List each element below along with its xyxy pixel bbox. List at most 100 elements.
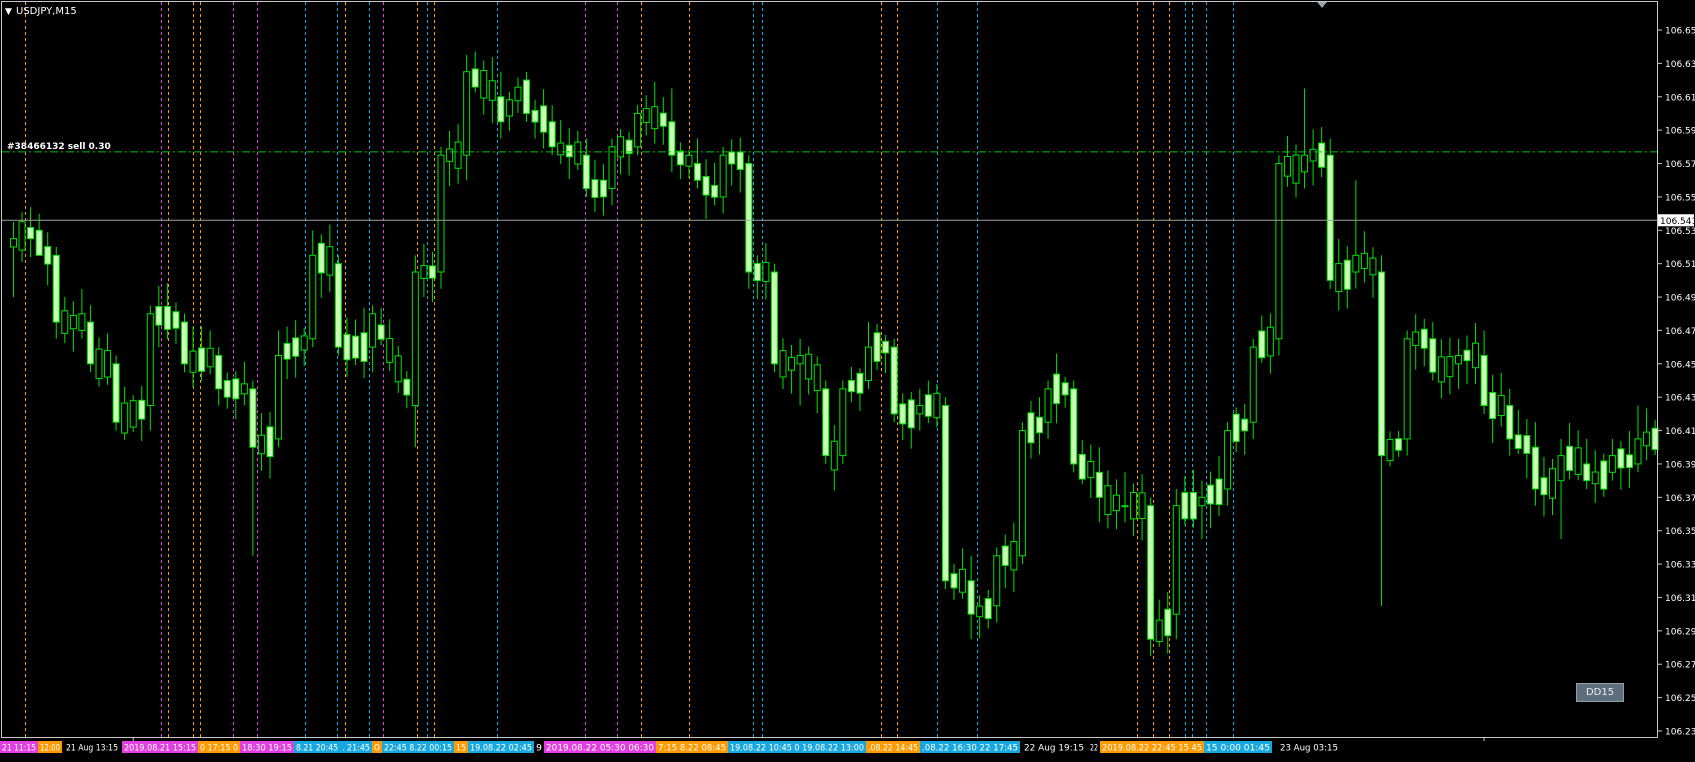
candle-body-down — [1053, 373, 1061, 405]
candle-body-down — [770, 271, 778, 365]
candle-body-down — [702, 175, 710, 196]
candle-body-down — [1070, 388, 1078, 465]
chart-svg[interactable]: 106.655 106.635 106.615 106.595 106.575 106.5… — [0, 0, 1695, 758]
candle-body-up — [69, 314, 77, 330]
price-tick-label: 106.655 — [1665, 27, 1695, 37]
candle-body-up — [257, 434, 265, 455]
candle-body-up — [1643, 431, 1651, 447]
time-label-text: 0 — [374, 744, 380, 754]
price-tick-label: 106.595 — [1665, 127, 1695, 137]
candle — [129, 395, 137, 433]
candle-body-up — [1634, 438, 1642, 465]
candle-body-down — [1506, 405, 1514, 440]
candle-body-up — [1130, 492, 1138, 520]
order-line-label[interactable]: #38466132 sell 0.30 — [7, 142, 111, 152]
time-label-text: 2019.08.22 05:30 06:30 — [546, 744, 654, 754]
candle-body-up — [993, 555, 1001, 607]
candle-body-up — [1352, 254, 1360, 273]
price-tick-label: 106.495 — [1665, 294, 1695, 304]
candle-body-up — [146, 313, 154, 407]
candle — [1070, 380, 1078, 473]
candle-body-down — [924, 394, 932, 417]
candle-body-down — [138, 399, 146, 420]
time-label: 2019.08.22 05:30 06:30 — [544, 741, 656, 754]
time-label-text: .08.22 14:45 — [868, 744, 918, 754]
time-label: 22 — [1090, 744, 1098, 754]
time-label-text: . 21:45 — [342, 744, 370, 754]
candle-body-down — [565, 144, 573, 158]
candle-body-down — [736, 151, 744, 171]
candle-body-up — [206, 347, 214, 368]
title-arrow-icon[interactable]: ▼ — [5, 7, 12, 17]
bid-price-label: 106.541 — [1660, 217, 1695, 227]
candle-body-down — [753, 262, 761, 282]
candle-body-down — [1207, 484, 1214, 505]
time-label: .08.22 16:30 22 17:45 — [920, 741, 1020, 754]
candle-body-down — [403, 378, 411, 396]
candle-body-down — [1036, 416, 1043, 434]
price-tick-label: 106.255 — [1665, 694, 1695, 704]
candle-body-up — [420, 265, 428, 279]
candle-body-down — [1625, 454, 1633, 469]
candle-body-down — [223, 380, 231, 398]
candle-body-down — [163, 305, 171, 330]
candle-body-down — [1395, 438, 1403, 451]
candle-body-up — [1018, 430, 1026, 557]
candle-body-up — [1472, 342, 1480, 369]
candle-body-up — [505, 99, 513, 117]
candle-body-up — [240, 383, 248, 395]
time-label: 22 Aug 19:15 — [1024, 744, 1084, 754]
candle — [181, 313, 188, 373]
candle-body-up — [1335, 263, 1343, 293]
candle-body-down — [1489, 392, 1497, 420]
candle-body-up — [1574, 447, 1582, 475]
candle-body-up — [394, 355, 402, 383]
candle — [334, 255, 342, 356]
candle-body-down — [232, 378, 240, 400]
price-tick-label: 106.375 — [1665, 494, 1695, 504]
candle-body-down — [1583, 463, 1591, 482]
candle-body-up — [1275, 163, 1283, 340]
candle-body-down — [52, 254, 60, 323]
candle-body-up — [61, 310, 69, 334]
time-label: 23 Aug 03:15 — [1280, 744, 1338, 754]
price-chart[interactable]: 106.655 106.635 106.615 106.595 106.575 106.5… — [0, 0, 1695, 758]
price-tick-label: 106.615 — [1665, 93, 1695, 103]
candle — [112, 355, 120, 431]
time-label: 2019.08.21 15:15 — [122, 741, 198, 754]
candle-body-up — [121, 402, 129, 434]
price-tick-label: 106.435 — [1665, 394, 1695, 404]
time-label: 8.21 20:45 — [294, 741, 340, 754]
time-label-text: 15 0:00 01:45 — [1206, 744, 1270, 754]
candle — [770, 263, 778, 373]
candle-body-up — [574, 141, 582, 165]
candle-body-down — [1001, 545, 1009, 566]
candle-body-up — [1087, 460, 1095, 479]
candle-body-up — [1591, 471, 1599, 485]
candle-body-up — [95, 348, 103, 380]
candle-body-down — [984, 598, 992, 620]
candle-body-down — [531, 109, 539, 123]
dd15-badge[interactable]: DD15 — [1576, 683, 1624, 702]
price-tick-label: 106.235 — [1665, 728, 1695, 738]
candle-body-up — [1044, 388, 1052, 423]
time-label: 19.08.22 02:45 — [468, 741, 534, 754]
candle-body-down — [428, 265, 436, 279]
candle — [890, 338, 898, 423]
candle-body-up — [1301, 154, 1309, 173]
time-label: 12:00 — [38, 741, 62, 754]
candle-body-down — [1147, 505, 1155, 640]
price-tick-label: 106.635 — [1665, 60, 1695, 70]
price-tick-label: 106.415 — [1665, 427, 1695, 437]
candle-body-up — [10, 238, 17, 248]
time-label-text: 19.08.22 02:45 — [470, 744, 532, 754]
candle-body-down — [44, 246, 52, 265]
time-label-text: 23 Aug 03:15 — [1280, 744, 1338, 754]
candle-body-down — [540, 105, 548, 133]
candle-body-down — [967, 580, 975, 615]
price-tick-label: 106.335 — [1665, 561, 1695, 571]
candle-body-up — [865, 346, 872, 381]
candle-body-up — [608, 146, 616, 190]
candle-body-up — [1369, 257, 1377, 276]
price-tick-label: 106.475 — [1665, 327, 1695, 337]
